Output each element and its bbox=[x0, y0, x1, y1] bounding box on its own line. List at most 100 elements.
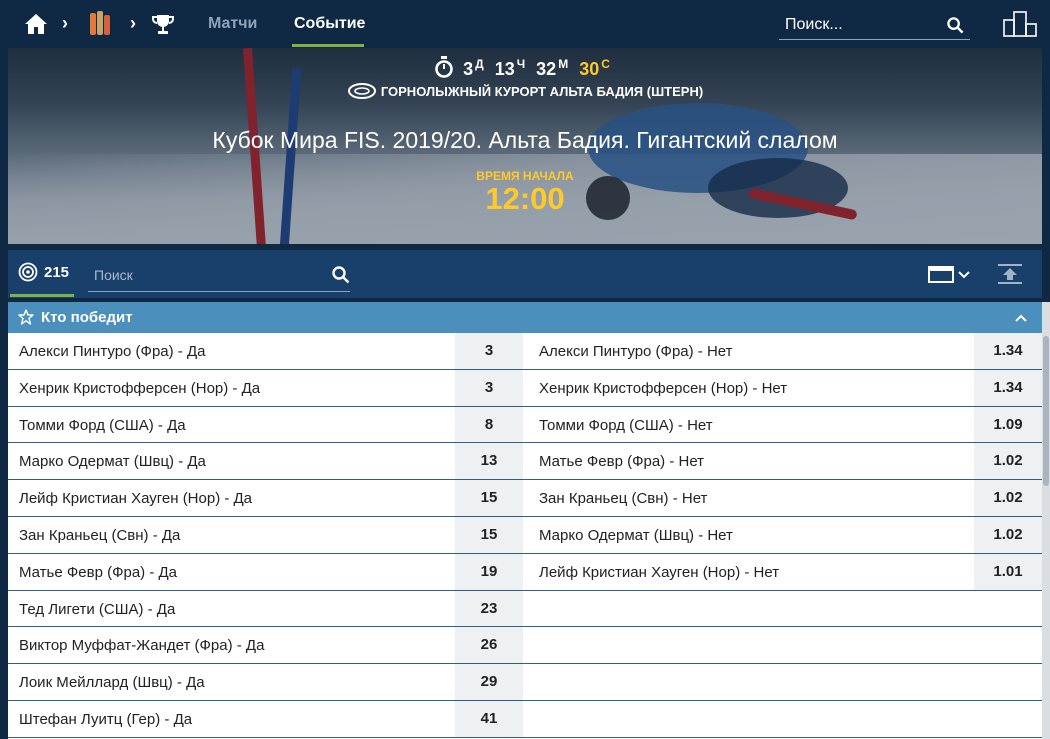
tab-matches[interactable]: Матчи bbox=[208, 15, 257, 33]
odds-button[interactable]: 3 bbox=[455, 369, 523, 406]
outcome-empty bbox=[524, 590, 1042, 627]
outcome-yes[interactable]: Зан Краньец (Свн) - Да 15 bbox=[8, 516, 524, 553]
trophy-icon[interactable] bbox=[152, 13, 174, 35]
market-title: Кто победит bbox=[41, 309, 133, 326]
outcome-yes[interactable]: Томми Форд (США) - Да 8 bbox=[8, 406, 524, 443]
countdown: 3Д 13 Ч 32 М 30 С bbox=[8, 56, 1042, 80]
outcome-name: Алекси Пинтуро (Фра) - Да bbox=[19, 343, 206, 360]
odds-button[interactable]: 1.02 bbox=[974, 480, 1042, 516]
chevron-up-icon[interactable] bbox=[1014, 311, 1028, 325]
outcome-no[interactable]: Хенрик Кристофферсен (Нор) - Нет 1.34 bbox=[524, 369, 1042, 406]
outcome-no[interactable]: Томми Форд (США) - Нет 1.09 bbox=[524, 406, 1042, 443]
start-time: 12:00 bbox=[485, 181, 565, 216]
outcome-empty bbox=[524, 627, 1042, 664]
odds-button[interactable]: 23 bbox=[455, 590, 523, 627]
outcome-yes[interactable]: Лейф Кристиан Хауген (Нор) - Да 15 bbox=[8, 480, 524, 516]
outcome-name: Алекси Пинтуро (Фра) - Нет bbox=[539, 343, 733, 360]
table-row: Штефан Луитц (Гер) - Да 41 bbox=[8, 700, 1042, 738]
table-row: Томми Форд (США) - Да 8 Томми Форд (США) -… bbox=[8, 406, 1042, 444]
odds-button[interactable]: 3 bbox=[455, 333, 523, 369]
odds-button[interactable]: 26 bbox=[455, 627, 523, 664]
outcome-no[interactable]: Лейф Кристиан Хауген (Нор) - Нет 1.01 bbox=[524, 553, 1042, 590]
breadcrumb-separator: › bbox=[130, 13, 136, 33]
table-row: Лейф Кристиан Хауген (Нор) - Да 15 Зан Кра… bbox=[8, 480, 1042, 517]
countdown-days-unit: Д bbox=[475, 57, 484, 71]
odds-button[interactable]: 1.34 bbox=[974, 333, 1042, 369]
view-toggle-icon[interactable] bbox=[928, 264, 974, 284]
outcome-yes[interactable]: Тед Лигети (США) - Да 23 bbox=[8, 590, 524, 627]
outcome-empty bbox=[524, 700, 1042, 737]
podium-icon[interactable] bbox=[1002, 10, 1038, 38]
outcome-name: Марко Одермат (Швц) - Нет bbox=[539, 526, 733, 544]
outcome-name: Матье Февр (Фра) - Нет bbox=[539, 453, 705, 471]
timer-icon bbox=[435, 56, 453, 78]
outcome-yes[interactable]: Виктор Муффат-Жандет (Фра) - Да 26 bbox=[8, 627, 524, 664]
table-row: Лоик Мейллард (Швц) - Да 29 bbox=[8, 664, 1042, 701]
countdown-minutes-unit: М bbox=[558, 57, 569, 71]
outcome-yes[interactable]: Марко Одермат (Швц) - Да 13 bbox=[8, 443, 524, 480]
all-markets-tab[interactable]: 215 bbox=[10, 250, 74, 298]
search-icon[interactable] bbox=[332, 266, 350, 284]
table-row: Матье Февр (Фра) - Да 19 Лейф Кристиан Хау… bbox=[8, 553, 1042, 591]
scrollbar-thumb[interactable] bbox=[1043, 336, 1049, 486]
markets-search-input[interactable] bbox=[88, 260, 308, 290]
odds-button[interactable]: 1.09 bbox=[974, 406, 1042, 443]
outcome-name: Тед Лигети (США) - Да bbox=[19, 600, 176, 618]
odds-button[interactable]: 29 bbox=[455, 664, 523, 700]
event-banner: 3Д 13 Ч 32 М 30 С ГОРНОЛЫЖНЫЙ КУРОРТ АЛЬТА … bbox=[8, 48, 1042, 244]
outcome-name: Хенрик Кристофферсен (Нор) - Нет bbox=[539, 379, 788, 397]
collapse-icon[interactable] bbox=[997, 263, 1023, 285]
countdown-seconds: 30 bbox=[579, 59, 600, 79]
odds-button[interactable]: 8 bbox=[455, 406, 523, 443]
home-icon[interactable] bbox=[24, 12, 48, 36]
outcome-name: Лейф Кристиан Хауген (Нор) - Нет bbox=[539, 563, 780, 581]
star-icon[interactable] bbox=[18, 309, 34, 325]
active-tab-indicator bbox=[10, 294, 74, 297]
outcome-yes[interactable]: Алекси Пинтуро (Фра) - Да 3 bbox=[8, 333, 524, 369]
countdown-seconds-unit: С bbox=[601, 57, 610, 71]
search-icon[interactable] bbox=[947, 17, 964, 34]
odds-button[interactable]: 15 bbox=[455, 516, 523, 553]
outcome-name: Лоик Мейллард (Швц) - Да bbox=[19, 674, 205, 692]
table-row: Зан Краньец (Свн) - Да 15 Марко Одермат (Ш… bbox=[8, 516, 1042, 554]
table-row: Виктор Муффат-Жандет (Фра) - Да 26 bbox=[8, 627, 1042, 665]
outcome-no[interactable]: Зан Краньец (Свн) - Нет 1.02 bbox=[524, 480, 1042, 516]
target-icon bbox=[18, 262, 38, 282]
outcome-no[interactable]: Марко Одермат (Швц) - Нет 1.02 bbox=[524, 516, 1042, 553]
outcome-name: Лейф Кристиан Хауген (Нор) - Да bbox=[19, 490, 253, 508]
outcome-name: Марко Одермат (Швц) - Да bbox=[19, 453, 206, 471]
breadcrumb-separator: › bbox=[62, 13, 68, 33]
venue-name: ГОРНОЛЫЖНЫЙ КУРОРТ АЛЬТА БАДИЯ (ШТЕРН) bbox=[380, 84, 704, 99]
outcome-no[interactable]: Алекси Пинтуро (Фра) - Нет 1.34 bbox=[524, 333, 1042, 369]
odds-button[interactable]: 1.02 bbox=[974, 443, 1042, 480]
outcome-yes[interactable]: Лоик Мейллард (Швц) - Да 29 bbox=[8, 664, 524, 700]
table-row: Марко Одермат (Швц) - Да 13 Матье Февр (Фр… bbox=[8, 443, 1042, 481]
odds-button[interactable]: 13 bbox=[455, 443, 523, 480]
odds-button[interactable]: 41 bbox=[455, 700, 523, 737]
table-row: Тед Лигети (США) - Да 23 bbox=[8, 590, 1042, 628]
countdown-hours-unit: Ч bbox=[516, 57, 526, 71]
odds-button[interactable]: 1.01 bbox=[974, 553, 1042, 590]
table-row: Хенрик Кристофферсен (Нор) - Да 3 Хенрик К… bbox=[8, 369, 1042, 407]
global-search-input[interactable] bbox=[779, 12, 939, 38]
countdown-minutes: 32 bbox=[536, 59, 557, 79]
event-title: Кубок Мира FIS. 2019/20. Альта Бадия. Ги… bbox=[212, 127, 838, 153]
markets-toolbar: 215 bbox=[8, 250, 1042, 298]
outcome-no[interactable]: Матье Февр (Фра) - Нет 1.02 bbox=[524, 443, 1042, 480]
sport-icon[interactable] bbox=[86, 9, 114, 37]
countdown-hours: 13 bbox=[494, 59, 515, 79]
table-row: Алекси Пинтуро (Фра) - Да 3 Алекси Пинтуро… bbox=[8, 333, 1042, 370]
scrollbar[interactable] bbox=[1042, 302, 1050, 739]
outcome-yes[interactable]: Хенрик Кристофферсен (Нор) - Да 3 bbox=[8, 369, 524, 406]
outcome-yes[interactable]: Матье Февр (Фра) - Да 19 bbox=[8, 553, 524, 590]
tab-event[interactable]: Событие bbox=[294, 15, 365, 33]
odds-button[interactable]: 1.34 bbox=[974, 369, 1042, 406]
outcome-name: Зан Краньец (Свн) - Да bbox=[19, 526, 181, 544]
outcome-name: Зан Краньец (Свн) - Нет bbox=[539, 490, 708, 508]
odds-button[interactable]: 19 bbox=[455, 553, 523, 590]
market-header[interactable]: Кто победит bbox=[8, 302, 1042, 333]
odds-button[interactable]: 1.02 bbox=[974, 516, 1042, 553]
outcome-yes[interactable]: Штефан Луитц (Гер) - Да 41 bbox=[8, 700, 524, 737]
outcome-name: Виктор Муффат-Жандет (Фра) - Да bbox=[19, 637, 265, 655]
odds-button[interactable]: 15 bbox=[455, 480, 523, 516]
